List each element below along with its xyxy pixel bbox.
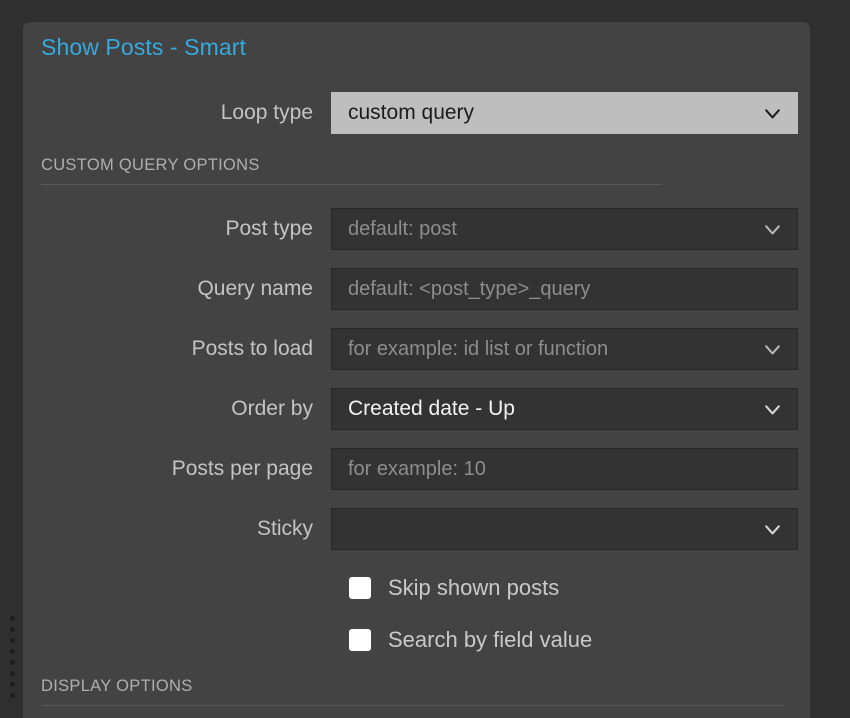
settings-panel: Show Posts - Smart Loop type custom quer…	[23, 22, 810, 718]
search-by-field-value-label: Search by field value	[388, 627, 593, 652]
posts-to-load-label: Posts to load	[191, 337, 313, 360]
query-name-value: default: <post_type>_query	[348, 277, 591, 300]
grip-dot	[10, 638, 15, 643]
form-row-post-type: Post type default: post	[23, 208, 810, 250]
loop-type-label: Loop type	[220, 101, 313, 124]
query-name-input[interactable]: default: <post_type>_query	[331, 268, 798, 310]
section-custom-query-label: CUSTOM QUERY OPTIONS	[41, 156, 260, 174]
grip-dot	[10, 649, 15, 654]
order-by-value: Created date - Up	[348, 397, 515, 420]
grip-dot	[10, 627, 15, 632]
checkbox-row-search-by-field-value[interactable]: Search by field value	[349, 627, 592, 653]
section-custom-query-options: CUSTOM QUERY OPTIONS	[41, 156, 662, 185]
post-type-value: default: post	[348, 217, 457, 240]
section-display-options-label: DISPLAY OPTIONS	[41, 677, 193, 695]
posts-to-load-value: for example: id list or function	[348, 337, 609, 360]
grip-dot	[10, 616, 15, 621]
grip-dot	[10, 682, 15, 687]
chevron-down-icon	[763, 340, 782, 359]
query-name-label: Query name	[197, 277, 313, 300]
form-row-loop-type: Loop type custom query	[23, 92, 810, 134]
form-row-posts-per-page: Posts per page for example: 10	[23, 448, 810, 490]
grip-dot	[10, 660, 15, 665]
chevron-down-icon	[763, 104, 782, 123]
form-row-query-name: Query name default: <post_type>_query	[23, 268, 810, 310]
posts-per-page-label: Posts per page	[171, 457, 313, 480]
post-type-label: Post type	[225, 217, 313, 240]
checkbox-row-skip-shown-posts[interactable]: Skip shown posts	[349, 575, 559, 601]
page-title: Show Posts - Smart	[41, 34, 247, 60]
chevron-down-icon	[763, 520, 782, 539]
section-divider	[41, 705, 785, 706]
form-row-order-by: Order by Created date - Up	[23, 388, 810, 430]
posts-per-page-input[interactable]: for example: 10	[331, 448, 798, 490]
search-by-field-value-checkbox[interactable]	[349, 629, 371, 651]
posts-to-load-select[interactable]: for example: id list or function	[331, 328, 798, 370]
chevron-down-icon	[763, 220, 782, 239]
form-row-sticky: Sticky	[23, 508, 810, 550]
section-divider	[41, 184, 662, 185]
chevron-down-icon	[763, 400, 782, 419]
post-type-select[interactable]: default: post	[331, 208, 798, 250]
drag-handle-dots[interactable]	[8, 616, 17, 698]
loop-type-select[interactable]: custom query	[331, 92, 798, 134]
skip-shown-posts-label: Skip shown posts	[388, 575, 560, 600]
section-display-options: DISPLAY OPTIONS	[41, 677, 785, 706]
sticky-select[interactable]	[331, 508, 798, 550]
order-by-select[interactable]: Created date - Up	[331, 388, 798, 430]
order-by-label: Order by	[231, 397, 313, 420]
sticky-label: Sticky	[256, 517, 313, 540]
grip-dot	[10, 693, 15, 698]
skip-shown-posts-checkbox[interactable]	[349, 577, 371, 599]
loop-type-value: custom query	[348, 101, 475, 124]
grip-dot	[10, 671, 15, 676]
posts-per-page-value: for example: 10	[348, 457, 486, 480]
app-root: Show Posts - Smart Loop type custom quer…	[0, 0, 850, 718]
form-row-posts-to-load: Posts to load for example: id list or fu…	[23, 328, 810, 370]
